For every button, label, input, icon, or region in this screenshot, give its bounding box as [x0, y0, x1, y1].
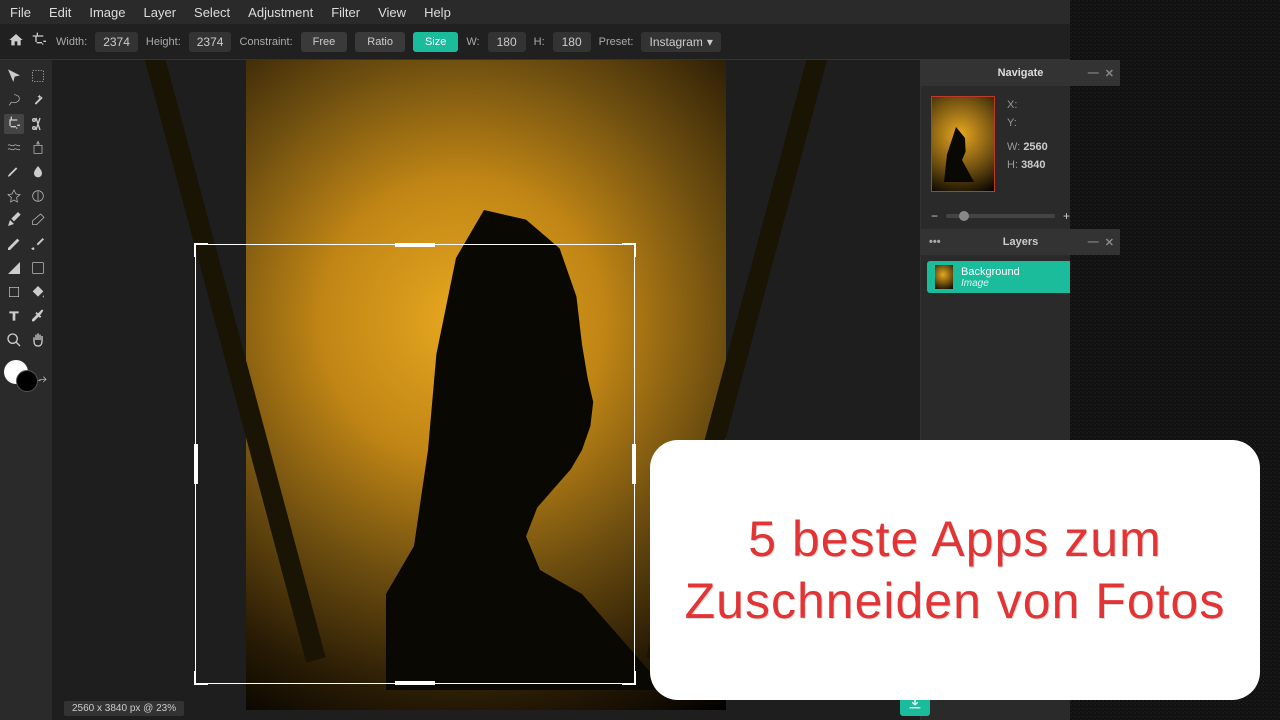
crop-handle-bl[interactable] [194, 671, 208, 685]
navigate-panel-header: Navigate — ✕ [921, 60, 1120, 86]
zoom-in-button[interactable]: + [1063, 209, 1070, 223]
menu-select[interactable]: Select [194, 5, 230, 20]
home-icon[interactable] [8, 32, 24, 51]
paint-tool[interactable] [28, 234, 48, 254]
height-label: Height: [146, 36, 181, 48]
cut-tool[interactable] [28, 114, 48, 134]
menu-help[interactable]: Help [424, 5, 451, 20]
close-icon[interactable]: ✕ [1105, 236, 1114, 249]
crop-icon [32, 32, 48, 51]
navigate-info: X: Y: W: 2560 H: 3840 [1007, 96, 1048, 192]
layers-menu-icon[interactable]: ••• [929, 236, 941, 248]
minimize-icon[interactable]: — [1088, 236, 1099, 249]
hand-tool[interactable] [28, 330, 48, 350]
marquee-tool[interactable] [28, 66, 48, 86]
crop-handle-l[interactable] [194, 444, 198, 484]
constraint-label: Constraint: [239, 36, 292, 48]
navigate-title: Navigate [998, 67, 1044, 79]
eraser-tool[interactable] [28, 210, 48, 230]
brush-tool[interactable] [4, 162, 24, 182]
lasso-tool[interactable] [4, 90, 24, 110]
chevron-down-icon: ▾ [707, 35, 713, 49]
menu-adjustment[interactable]: Adjustment [248, 5, 313, 20]
zoom-out-button[interactable]: − [931, 209, 938, 223]
gradient-tool[interactable] [4, 258, 24, 278]
layer-label: Background Image [961, 266, 1084, 289]
constraint-size-button[interactable]: Size [413, 32, 458, 52]
image-content [386, 210, 666, 690]
liquify-tool[interactable] [4, 138, 24, 158]
constraint-free-button[interactable]: Free [301, 32, 348, 52]
move-tool[interactable] [4, 66, 24, 86]
tool-palette [0, 60, 52, 720]
fill-tool[interactable] [28, 258, 48, 278]
height-value[interactable]: 2374 [189, 32, 232, 52]
bucket-tool[interactable] [28, 282, 48, 302]
overlay-title-card: 5 beste Apps zum Zuschneiden von Fotos [650, 440, 1260, 700]
menu-layer[interactable]: Layer [144, 5, 177, 20]
dodge-tool[interactable] [28, 186, 48, 206]
layers-title: Layers [1003, 236, 1038, 248]
blur-tool[interactable] [28, 162, 48, 182]
minimize-icon[interactable]: — [1088, 67, 1099, 80]
eyedropper-tool[interactable] [28, 306, 48, 326]
text-tool[interactable] [4, 306, 24, 326]
status-bar: 2560 x 3840 px @ 23% [64, 701, 184, 716]
w-label: W: [466, 36, 479, 48]
menu-filter[interactable]: Filter [331, 5, 360, 20]
zoom-slider[interactable] [946, 214, 1055, 218]
image-content [138, 60, 326, 663]
navigate-thumbnail[interactable] [931, 96, 995, 192]
shape-tool[interactable] [4, 282, 24, 302]
w-value[interactable]: 180 [488, 32, 526, 52]
pencil-tool[interactable] [4, 234, 24, 254]
preset-dropdown[interactable]: Instagram ▾ [641, 32, 720, 52]
close-icon[interactable]: ✕ [1105, 67, 1114, 80]
zoom-tool[interactable] [4, 330, 24, 350]
width-label: Width: [56, 36, 87, 48]
layer-thumbnail [935, 265, 953, 289]
preset-label: Preset: [599, 36, 634, 48]
h-value[interactable]: 180 [553, 32, 591, 52]
crop-tool[interactable] [4, 114, 24, 134]
clone-tool[interactable] [28, 138, 48, 158]
layers-panel-header: ••• Layers — ✕ [921, 229, 1120, 255]
heal-tool[interactable] [4, 186, 24, 206]
menu-image[interactable]: Image [89, 5, 125, 20]
menu-file[interactable]: File [10, 5, 31, 20]
width-value[interactable]: 2374 [95, 32, 138, 52]
constraint-ratio-button[interactable]: Ratio [355, 32, 405, 52]
menu-view[interactable]: View [378, 5, 406, 20]
h-label: H: [534, 36, 545, 48]
overlay-title: 5 beste Apps zum Zuschneiden von Fotos [680, 508, 1230, 633]
color-swatch[interactable] [4, 360, 28, 384]
wand-tool[interactable] [28, 90, 48, 110]
pen-tool[interactable] [4, 210, 24, 230]
menu-edit[interactable]: Edit [49, 5, 71, 20]
